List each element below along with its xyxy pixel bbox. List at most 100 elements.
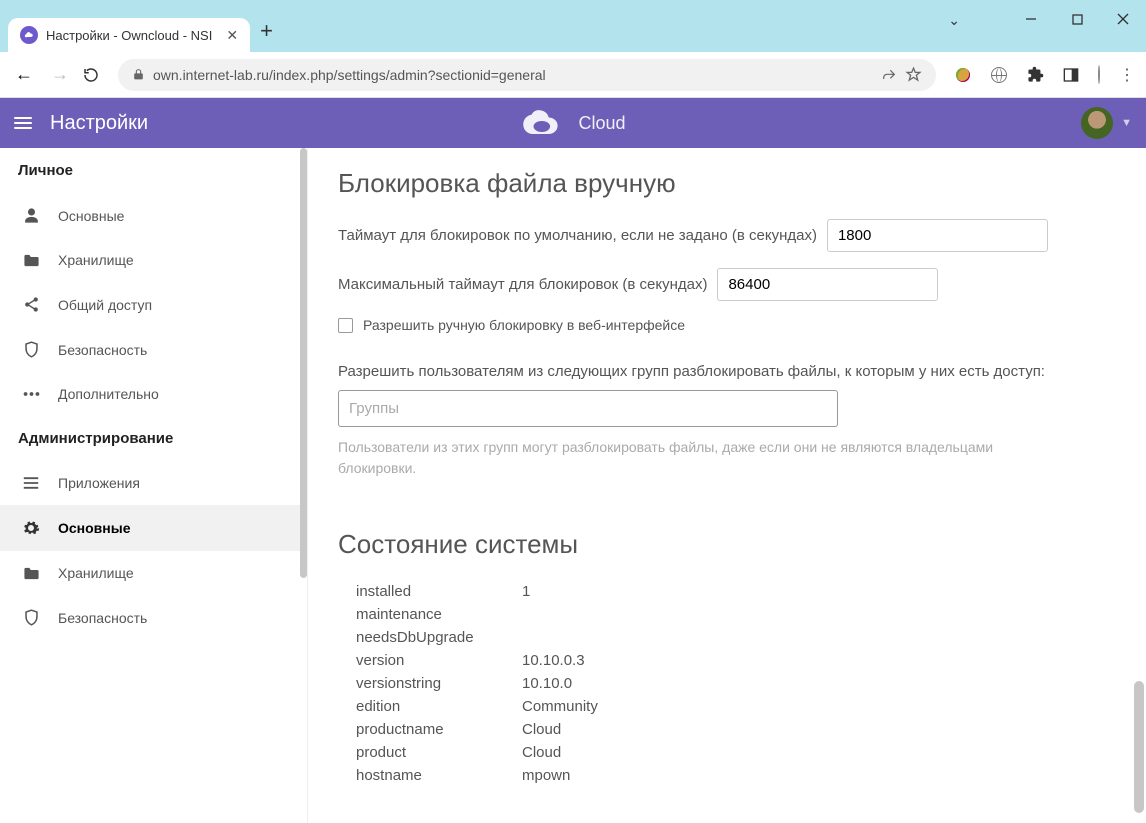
settings-sidebar: Личное Основные Хранилище Общий доступ Безо… bbox=[0, 148, 308, 823]
sidebar-section-admin: Администрирование bbox=[0, 416, 307, 461]
content-scrollbar[interactable] bbox=[1134, 681, 1144, 813]
unlock-groups-input[interactable]: Группы bbox=[338, 390, 838, 427]
tab-close-icon[interactable]: ✕ bbox=[226, 27, 238, 44]
share-icon[interactable] bbox=[881, 67, 897, 83]
system-key: productname bbox=[356, 721, 522, 738]
gear-icon bbox=[22, 519, 40, 537]
sidebar-personal-item-1[interactable]: Хранилище bbox=[0, 238, 307, 282]
maxtimeout-label: Максимальный таймаут для блокировок (в с… bbox=[338, 276, 707, 293]
tab-favicon bbox=[20, 26, 38, 44]
user-menu-caret-icon[interactable]: ▼ bbox=[1121, 117, 1132, 129]
folder-icon bbox=[22, 253, 40, 268]
ext-puzzle-icon[interactable] bbox=[1026, 66, 1044, 84]
system-row: maintenance bbox=[338, 603, 1116, 626]
sidebar-admin-item-0[interactable]: Приложения bbox=[0, 461, 307, 505]
system-row: needsDbUpgrade bbox=[338, 626, 1116, 649]
address-bar[interactable]: own.internet-lab.ru/index.php/settings/a… bbox=[118, 59, 936, 91]
lock-icon bbox=[132, 68, 145, 81]
sidebar-item-label: Хранилище bbox=[58, 565, 134, 581]
allow-manual-lock-label: Разрешить ручную блокировку в веб-интерф… bbox=[363, 317, 685, 333]
system-key: maintenance bbox=[356, 606, 522, 623]
shield-icon bbox=[22, 609, 40, 626]
system-row: productCloud bbox=[338, 741, 1116, 764]
system-value: mpown bbox=[522, 767, 570, 784]
sidebar-personal-item-3[interactable]: Безопасность bbox=[0, 327, 307, 372]
browser-tab[interactable]: Настройки - Owncloud - NSI ✕ bbox=[8, 18, 250, 52]
app-brand[interactable]: Cloud bbox=[520, 108, 625, 138]
window-dropdown-icon[interactable]: ⌄ bbox=[948, 12, 960, 29]
sidebar-admin-item-3[interactable]: Безопасность bbox=[0, 595, 307, 640]
allow-manual-lock-checkbox[interactable] bbox=[338, 318, 353, 333]
unlock-groups-label: Разрешить пользователям из следующих гру… bbox=[338, 361, 1116, 382]
system-value: Cloud bbox=[522, 744, 561, 761]
system-key: product bbox=[356, 744, 522, 761]
browser-toolbar: ← → own.internet-lab.ru/index.php/settin… bbox=[0, 52, 1146, 98]
system-value: 1 bbox=[522, 583, 530, 600]
system-key: needsDbUpgrade bbox=[356, 629, 522, 646]
sidebar-item-label: Хранилище bbox=[58, 252, 134, 268]
system-value: Community bbox=[522, 698, 598, 715]
settings-content: Блокировка файла вручную Таймаут для бло… bbox=[308, 148, 1146, 823]
dots-icon bbox=[22, 391, 40, 397]
system-row: installed1 bbox=[338, 580, 1116, 603]
sidebar-item-label: Дополнительно bbox=[58, 386, 159, 402]
sidebar-admin-item-2[interactable]: Хранилище bbox=[0, 551, 307, 595]
app-brand-name: Cloud bbox=[578, 113, 625, 134]
system-row: versionstring10.10.0 bbox=[338, 672, 1116, 695]
system-key: installed bbox=[356, 583, 522, 600]
new-tab-button[interactable]: + bbox=[260, 18, 273, 48]
profile-avatar-icon[interactable] bbox=[1098, 66, 1100, 84]
sidebar-item-label: Безопасность bbox=[58, 342, 147, 358]
list-icon bbox=[22, 476, 40, 490]
system-value: 10.10.0.3 bbox=[522, 652, 585, 669]
window-maximize-button[interactable] bbox=[1054, 0, 1100, 38]
sidebar-item-label: Безопасность bbox=[58, 610, 147, 626]
ext-panel-icon[interactable] bbox=[1062, 66, 1080, 84]
sidebar-item-label: Основные bbox=[58, 208, 124, 224]
window-titlebar: ⌄ bbox=[0, 0, 1146, 14]
unlock-groups-help: Пользователи из этих групп могут разблок… bbox=[338, 437, 1038, 479]
system-row: hostnamempown bbox=[338, 764, 1116, 787]
sidebar-item-label: Приложения bbox=[58, 475, 140, 491]
timeout-label: Таймаут для блокировок по умолчанию, есл… bbox=[338, 227, 817, 244]
person-icon bbox=[22, 207, 40, 224]
system-key: versionstring bbox=[356, 675, 522, 692]
system-value: 10.10.0 bbox=[522, 675, 572, 692]
sidebar-personal-item-0[interactable]: Основные bbox=[0, 193, 307, 238]
ext-cookie-icon[interactable] bbox=[954, 66, 972, 84]
user-avatar[interactable] bbox=[1081, 107, 1113, 139]
app-header: Настройки Cloud ▼ bbox=[0, 98, 1146, 148]
system-row: editionCommunity bbox=[338, 695, 1116, 718]
window-close-button[interactable] bbox=[1100, 0, 1146, 38]
system-key: version bbox=[356, 652, 522, 669]
hamburger-menu-button[interactable] bbox=[14, 117, 32, 129]
sidebar-personal-item-4[interactable]: Дополнительно bbox=[0, 372, 307, 416]
system-key: edition bbox=[356, 698, 522, 715]
bookmark-star-icon[interactable] bbox=[905, 66, 922, 83]
cloud-logo-icon bbox=[520, 108, 564, 138]
browser-tabstrip: Настройки - Owncloud - NSI ✕ + bbox=[0, 14, 1146, 52]
system-value: Cloud bbox=[522, 721, 561, 738]
shield-icon bbox=[22, 341, 40, 358]
ext-globe-icon[interactable] bbox=[990, 66, 1008, 84]
tab-title: Настройки - Owncloud - NSI bbox=[46, 28, 212, 43]
nav-back-button[interactable]: ← bbox=[10, 64, 38, 85]
window-minimize-button[interactable] bbox=[1008, 0, 1054, 38]
nav-reload-button[interactable] bbox=[82, 66, 110, 84]
sidebar-item-label: Общий доступ bbox=[58, 297, 152, 313]
sidebar-section-personal: Личное bbox=[0, 148, 307, 193]
sidebar-admin-item-1[interactable]: Основные bbox=[0, 505, 307, 551]
nav-forward-button: → bbox=[46, 64, 74, 85]
sidebar-personal-item-2[interactable]: Общий доступ bbox=[0, 282, 307, 327]
sidebar-item-label: Основные bbox=[58, 520, 131, 536]
page-title: Настройки bbox=[50, 112, 148, 135]
timeout-input[interactable] bbox=[827, 219, 1048, 252]
system-row: version10.10.0.3 bbox=[338, 649, 1116, 672]
filelock-heading: Блокировка файла вручную bbox=[338, 168, 1116, 199]
system-key: hostname bbox=[356, 767, 522, 784]
system-status-heading: Состояние системы bbox=[338, 529, 1116, 560]
system-row: productnameCloud bbox=[338, 718, 1116, 741]
browser-menu-icon[interactable]: ⋮ bbox=[1118, 66, 1136, 84]
folder-icon bbox=[22, 566, 40, 581]
maxtimeout-input[interactable] bbox=[717, 268, 938, 301]
